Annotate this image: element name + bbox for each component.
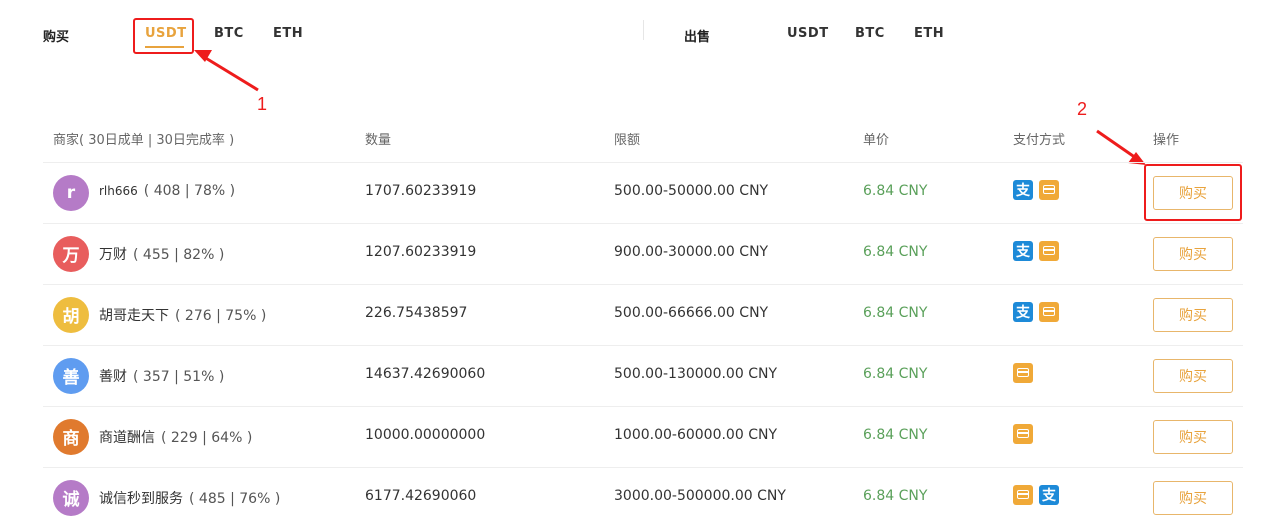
price-value: 6.84 CNY xyxy=(863,487,928,504)
merchant-info: 善财 ( 357 | 51% ) xyxy=(99,366,224,386)
avatar: 善 xyxy=(53,357,89,394)
avatar: r xyxy=(53,174,89,211)
quantity-value: 14637.42690060 xyxy=(365,365,486,382)
limit-value: 1000.00-60000.00 CNY xyxy=(614,426,777,443)
merchant-stats: ( 455 | 82% ) xyxy=(133,246,225,263)
quantity-value: 10000.00000000 xyxy=(365,426,486,443)
quantity-value: 6177.42690060 xyxy=(365,487,477,504)
bank-card-icon xyxy=(1013,362,1033,383)
merchant-name: rlh666 xyxy=(99,183,138,198)
annotation-arrows xyxy=(194,50,1146,165)
quantity-value: 1207.60233919 xyxy=(365,243,477,260)
merchant-info: 胡哥走天下 ( 276 | 75% ) xyxy=(99,305,266,325)
buy-button[interactable]: 购买 xyxy=(1153,297,1233,332)
annotation-number-1: 1 xyxy=(257,94,268,114)
alipay-icon: 支 xyxy=(1013,301,1033,322)
merchant-name: 善财 xyxy=(99,368,127,385)
quantity-value: 226.75438597 xyxy=(365,304,468,321)
limit-value: 500.00-50000.00 CNY xyxy=(614,182,769,199)
avatar: 商 xyxy=(53,418,89,455)
buy-button[interactable]: 购买 xyxy=(1153,419,1233,454)
bank-card-icon xyxy=(1039,301,1059,322)
row-divider xyxy=(43,467,1243,468)
row-divider xyxy=(43,284,1243,285)
merchant-stats: ( 276 | 75% ) xyxy=(175,307,267,324)
header-price: 单价 xyxy=(863,133,890,148)
avatar: 万 xyxy=(53,235,89,272)
header-payment: 支付方式 xyxy=(1013,133,1066,148)
merchant-name: 胡哥走天下 xyxy=(99,307,169,324)
merchant-stats: ( 229 | 64% ) xyxy=(161,429,253,446)
bank-card-icon xyxy=(1039,179,1059,200)
merchant-name: 万财 xyxy=(99,246,127,263)
bank-card-icon xyxy=(1013,484,1033,505)
header-action: 操作 xyxy=(1153,133,1180,148)
limit-value: 500.00-66666.00 CNY xyxy=(614,304,769,321)
limit-value: 500.00-130000.00 CNY xyxy=(614,365,777,382)
table-header-divider xyxy=(43,162,1243,163)
merchant-info: rlh666 ( 408 | 78% ) xyxy=(99,183,235,199)
merchant-name: 商道酬信 xyxy=(99,429,155,446)
price-value: 6.84 CNY xyxy=(863,365,928,382)
merchant-info: 商道酬信 ( 229 | 64% ) xyxy=(99,427,252,447)
buy-button[interactable]: 购买 xyxy=(1153,480,1233,515)
merchant-name: 诚信秒到服务 xyxy=(99,490,183,507)
avatar: 诚 xyxy=(53,479,89,516)
header-limit: 限额 xyxy=(614,133,641,148)
merchant-info: 诚信秒到服务 ( 485 | 76% ) xyxy=(99,488,280,508)
limit-value: 3000.00-500000.00 CNY xyxy=(614,487,786,504)
alipay-icon: 支 xyxy=(1013,240,1033,261)
header-merchant: 商家( 30日成单 | 30日完成率 ) xyxy=(53,133,235,148)
price-value: 6.84 CNY xyxy=(863,426,928,443)
merchant-stats: ( 408 | 78% ) xyxy=(143,182,236,199)
arrow-2-icon xyxy=(1096,129,1146,165)
merchant-info: 万财 ( 455 | 82% ) xyxy=(99,244,224,264)
header-quantity: 数量 xyxy=(365,133,392,148)
row-divider xyxy=(43,406,1243,407)
quantity-value: 1707.60233919 xyxy=(365,182,477,199)
row-divider xyxy=(43,345,1243,346)
merchant-stats: ( 357 | 51% ) xyxy=(133,368,225,385)
price-value: 6.84 CNY xyxy=(863,182,928,199)
avatar: 胡 xyxy=(53,296,89,333)
alipay-icon: 支 xyxy=(1039,484,1059,505)
annotation-number-2: 2 xyxy=(1077,99,1088,119)
buy-button[interactable]: 购买 xyxy=(1153,358,1233,393)
bank-card-icon xyxy=(1039,240,1059,261)
merchant-stats: ( 485 | 76% ) xyxy=(189,490,281,507)
buy-button[interactable]: 购买 xyxy=(1153,236,1233,271)
arrow-1-icon xyxy=(194,50,259,92)
price-value: 6.84 CNY xyxy=(863,243,928,260)
limit-value: 900.00-30000.00 CNY xyxy=(614,243,769,260)
bank-card-icon xyxy=(1013,423,1033,444)
price-value: 6.84 CNY xyxy=(863,304,928,321)
row-divider xyxy=(43,223,1243,224)
buy-button[interactable]: 购买 xyxy=(1153,175,1233,210)
alipay-icon: 支 xyxy=(1013,179,1033,200)
